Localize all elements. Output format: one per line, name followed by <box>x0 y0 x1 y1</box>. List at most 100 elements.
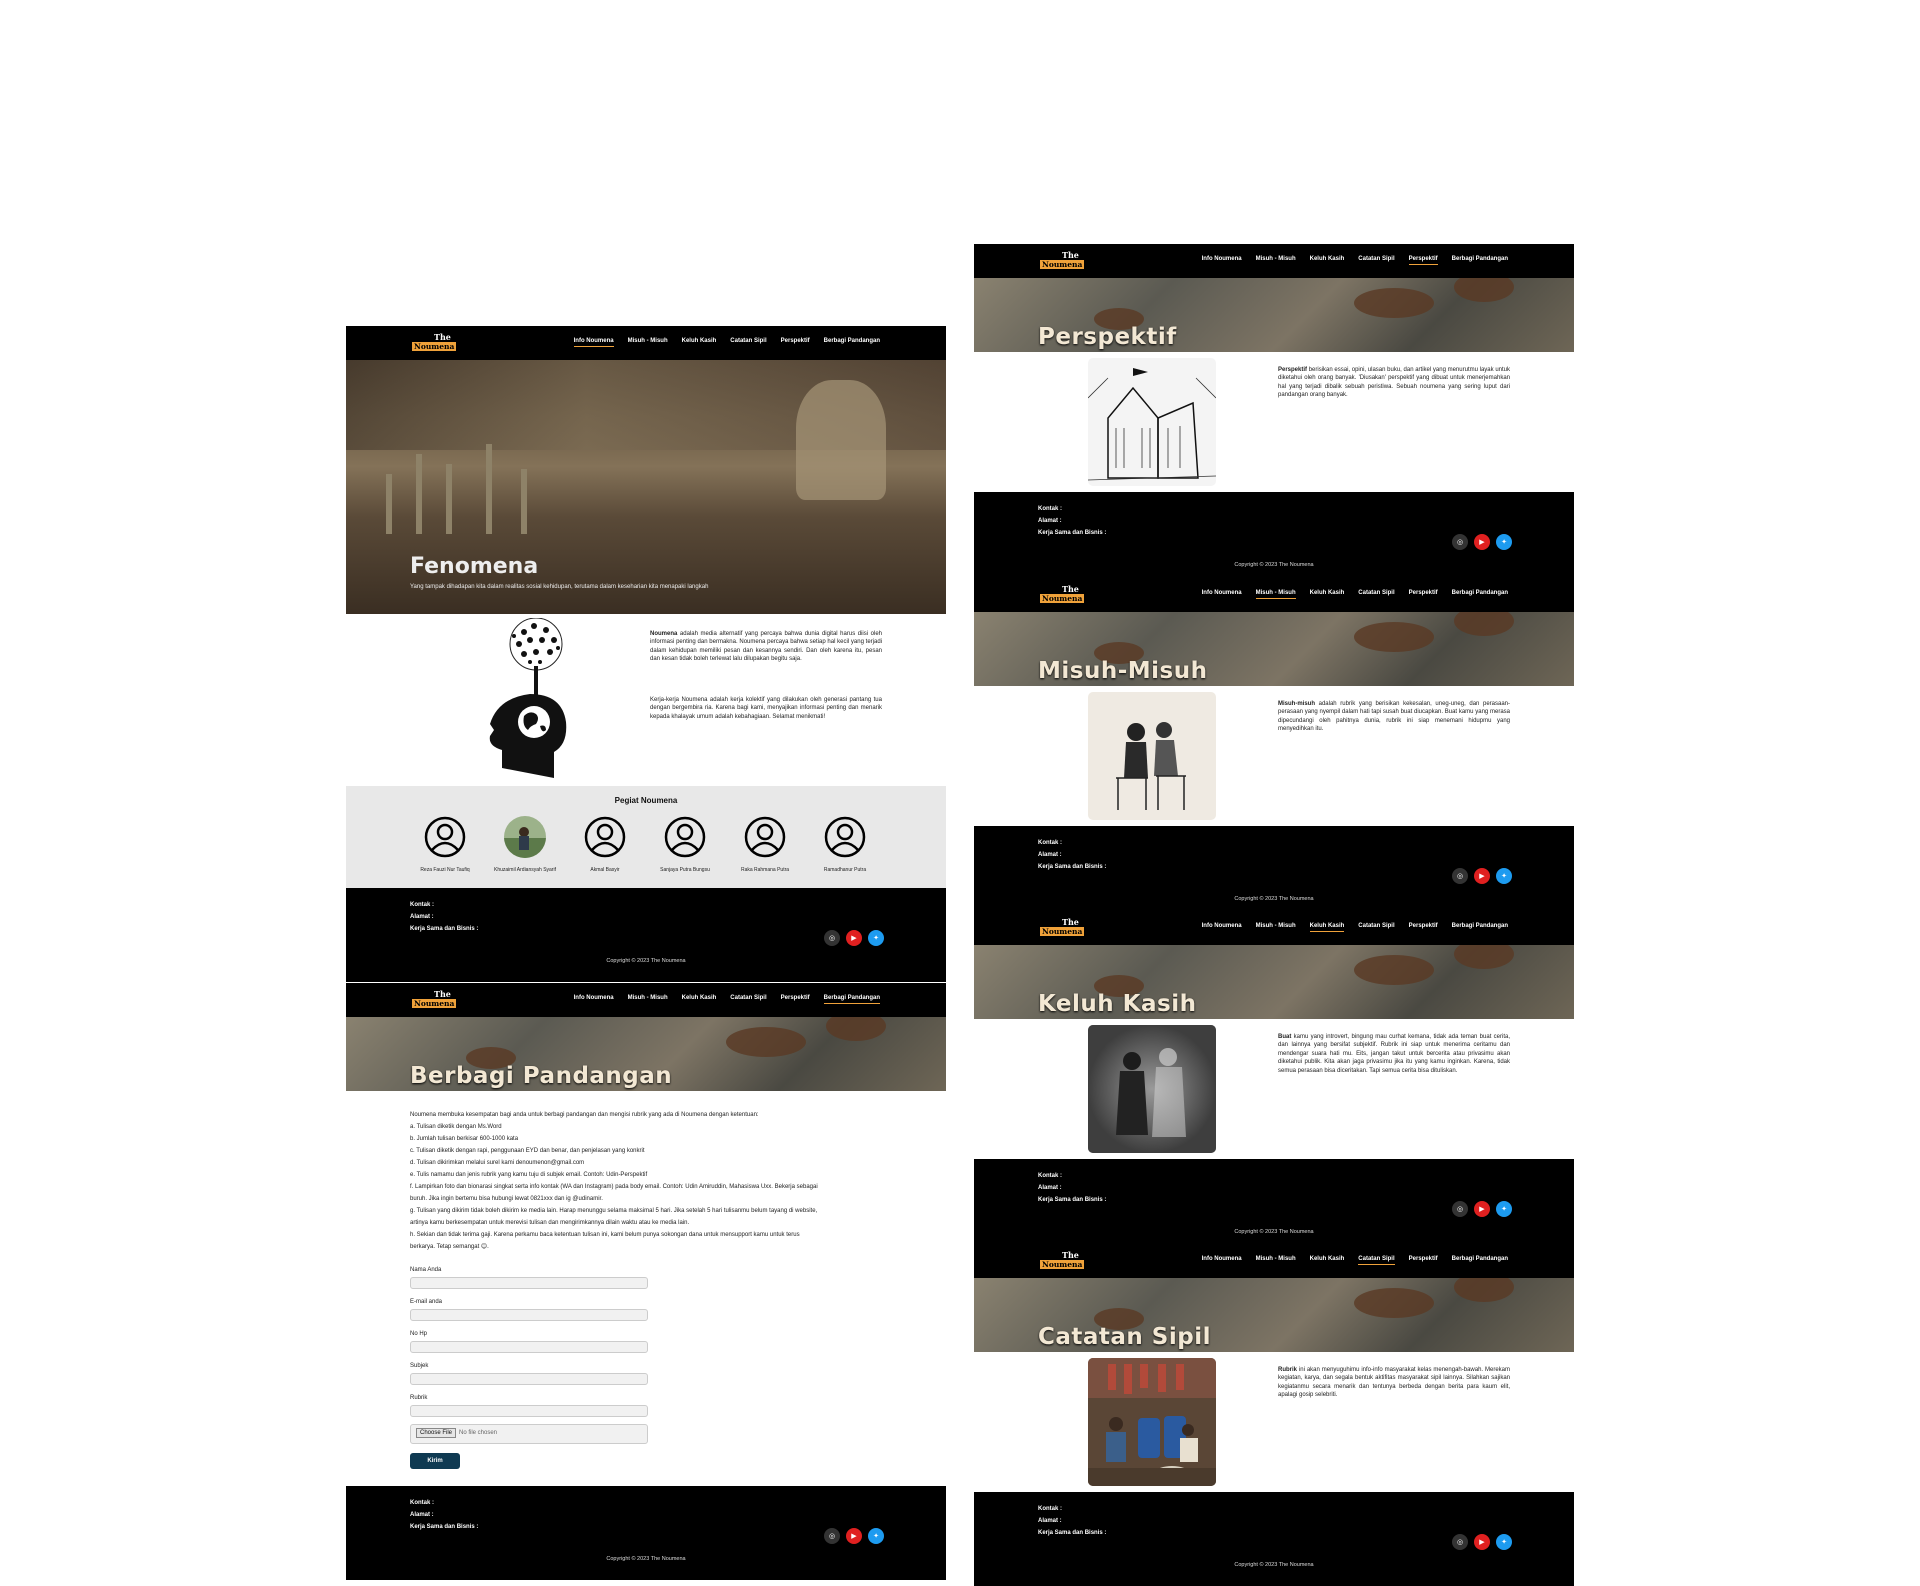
intro-text: Noumena adalah media alternatif yang per… <box>650 631 882 663</box>
nav-keluh-kasih[interactable]: Keluh Kasih <box>682 995 717 1004</box>
couple-sketch-image <box>1088 692 1216 820</box>
subject-input[interactable] <box>410 1373 648 1385</box>
youtube-icon[interactable]: ▶ <box>1474 1201 1490 1217</box>
rubrik-input[interactable] <box>410 1405 648 1417</box>
nav-catatan-sipil[interactable]: Catatan Sipil <box>1358 256 1394 265</box>
nav-keluh-kasih[interactable]: Keluh Kasih <box>1309 923 1345 932</box>
nav-catatan-sipil[interactable]: Catatan Sipil <box>730 995 766 1004</box>
nav-misuh[interactable]: Misuh - Misuh <box>628 338 668 347</box>
site-footer: Kontak : Alamat : Kerja Sama dan Bisnis … <box>974 1492 1574 1586</box>
site-logo[interactable]: The Noumena <box>1040 584 1085 605</box>
rubrik-pages-panel: The Noumena Info Noumena Misuh - Misuh Ke… <box>974 244 1574 1586</box>
nav-berbagi-pandangan[interactable]: Berbagi Pandangan <box>823 995 880 1004</box>
nav-keluh-kasih[interactable]: Keluh Kasih <box>1310 1256 1345 1265</box>
page-banner: Keluh Kasih <box>974 945 1574 1019</box>
page-title: Perspektif <box>1038 324 1177 350</box>
copyright: Copyright © 2023 The Noumena <box>1234 896 1314 902</box>
main-nav: Info Noumena Misuh - Misuh Keluh Kasih C… <box>1202 590 1508 599</box>
market-photo-image <box>1088 1358 1216 1486</box>
nav-keluh-kasih[interactable]: Keluh Kasih <box>1310 590 1345 599</box>
nav-berbagi-pandangan[interactable]: Berbagi Pandangan <box>1452 590 1508 599</box>
page-title: Berbagi Pandangan <box>410 1063 673 1089</box>
copyright: Copyright © 2023 The Noumena <box>1234 1562 1314 1568</box>
youtube-icon[interactable]: ▶ <box>1474 1534 1490 1550</box>
twitter-icon[interactable]: ✦ <box>1496 534 1512 550</box>
site-footer: Kontak : Alamat : Kerja Sama dan Bisnis … <box>974 826 1574 920</box>
email-input[interactable] <box>410 1309 648 1321</box>
berbagi-content: Noumena membuka kesempatan bagi anda unt… <box>346 1091 946 1486</box>
instagram-icon[interactable]: ◎ <box>1452 868 1468 884</box>
head-tree-illustration <box>489 618 567 778</box>
instagram-icon[interactable]: ◎ <box>1452 534 1468 550</box>
nav-info-noumena[interactable]: Info Noumena <box>574 995 614 1004</box>
file-upload[interactable]: Choose File No file chosen <box>410 1424 648 1444</box>
nav-misuh[interactable]: Misuh - Misuh <box>1256 256 1296 265</box>
nav-info-noumena[interactable]: Info Noumena <box>1202 256 1242 265</box>
twitter-icon[interactable]: ✦ <box>1496 1201 1512 1217</box>
site-logo[interactable]: The Noumena <box>412 989 457 1010</box>
nav-misuh[interactable]: Misuh - Misuh <box>628 995 668 1004</box>
phone-input[interactable] <box>410 1341 648 1353</box>
nav-info-noumena[interactable]: Info Noumena <box>1202 923 1242 932</box>
nav-info-noumena[interactable]: Info Noumena <box>573 338 614 347</box>
nav-perspektif[interactable]: Perspektif <box>781 338 810 347</box>
nav-perspektif[interactable]: Perspektif <box>1409 1256 1438 1265</box>
intro-section: Noumena adalah media alternatif yang per… <box>346 614 946 779</box>
site-header: The Noumena Info Noumena Misuh - Misuh Ke… <box>974 244 1574 278</box>
site-logo[interactable]: The Noumena <box>1040 1250 1085 1271</box>
nav-info-noumena[interactable]: Info Noumena <box>1202 1256 1242 1265</box>
youtube-icon[interactable]: ▶ <box>1474 534 1490 550</box>
user-avatar-icon <box>584 816 626 858</box>
page-banner: Misuh-Misuh <box>974 612 1574 686</box>
nav-berbagi-pandangan[interactable]: Berbagi Pandangan <box>1452 1256 1508 1265</box>
page-title: Misuh-Misuh <box>1038 658 1208 684</box>
site-logo[interactable]: The Noumena <box>412 332 457 353</box>
nav-berbagi-pandangan[interactable]: Berbagi Pandangan <box>1452 256 1508 265</box>
youtube-icon[interactable]: ▶ <box>846 930 862 946</box>
nav-perspektif[interactable]: Perspektif <box>1409 590 1438 599</box>
choose-file-button[interactable]: Choose File <box>416 1428 457 1438</box>
twitter-icon[interactable]: ✦ <box>1496 868 1512 884</box>
keluh-description: Buat kamu yang introvert, bingung mau cu… <box>1278 1034 1510 1074</box>
instagram-icon[interactable]: ◎ <box>824 930 840 946</box>
nav-perspektif[interactable]: Perspektif <box>781 995 810 1004</box>
nav-perspektif[interactable]: Perspektif <box>1409 923 1438 932</box>
nav-keluh-kasih[interactable]: Keluh Kasih <box>1310 256 1345 265</box>
twitter-icon[interactable]: ✦ <box>868 1528 884 1544</box>
nav-misuh[interactable]: Misuh - Misuh <box>1255 590 1296 599</box>
page-banner: Berbagi Pandangan <box>346 1017 946 1091</box>
youtube-icon[interactable]: ▶ <box>1474 868 1490 884</box>
user-avatar-icon <box>824 816 866 858</box>
nav-keluh-kasih[interactable]: Keluh Kasih <box>682 338 717 347</box>
team-member: Sanjaya Putra Bungsu <box>650 816 720 874</box>
nav-catatan-sipil[interactable]: Catatan Sipil <box>1358 1256 1395 1265</box>
nav-berbagi-pandangan[interactable]: Berbagi Pandangan <box>1452 923 1508 932</box>
main-nav: Info Noumena Misuh - Misuh Keluh Kasih C… <box>1202 1256 1508 1265</box>
name-input[interactable] <box>410 1277 648 1289</box>
site-footer: Kontak : Alamat : Kerja Sama dan Bisnis … <box>974 492 1574 586</box>
site-logo[interactable]: The Noumena <box>1040 917 1085 938</box>
instagram-icon[interactable]: ◎ <box>1452 1534 1468 1550</box>
instagram-icon[interactable]: ◎ <box>824 1528 840 1544</box>
nav-info-noumena[interactable]: Info Noumena <box>1202 590 1242 599</box>
catatan-description: Rubrik ini akan menyuguhimu info-info ma… <box>1278 1367 1510 1399</box>
misuh-content: Misuh-misuh adalah rubrik yang berisikan… <box>974 686 1574 826</box>
nav-perspektif[interactable]: Perspektif <box>1408 256 1438 265</box>
nav-catatan-sipil[interactable]: Catatan Sipil <box>730 338 766 347</box>
nav-misuh[interactable]: Misuh - Misuh <box>1256 1256 1296 1265</box>
misuh-description: Misuh-misuh adalah rubrik yang berisikan… <box>1278 701 1510 733</box>
twitter-icon[interactable]: ✦ <box>868 930 884 946</box>
nav-berbagi-pandangan[interactable]: Berbagi Pandangan <box>824 338 880 347</box>
twitter-icon[interactable]: ✦ <box>1496 1534 1512 1550</box>
youtube-icon[interactable]: ▶ <box>846 1528 862 1544</box>
instagram-icon[interactable]: ◎ <box>1452 1201 1468 1217</box>
page-banner: Perspektif <box>974 278 1574 352</box>
main-nav: Info Noumena Misuh - Misuh Keluh Kasih C… <box>574 995 880 1004</box>
site-logo[interactable]: The Noumena <box>1040 250 1085 271</box>
nav-catatan-sipil[interactable]: Catatan Sipil <box>1358 923 1394 932</box>
nav-catatan-sipil[interactable]: Catatan Sipil <box>1358 590 1394 599</box>
site-footer: Kontak : Alamat : Kerja Sama dan Bisnis … <box>346 888 946 982</box>
site-header: The Noumena Info Noumena Misuh - Misuh Ke… <box>974 911 1574 945</box>
submit-button[interactable]: Kirim <box>410 1453 460 1469</box>
nav-misuh[interactable]: Misuh - Misuh <box>1256 923 1296 932</box>
